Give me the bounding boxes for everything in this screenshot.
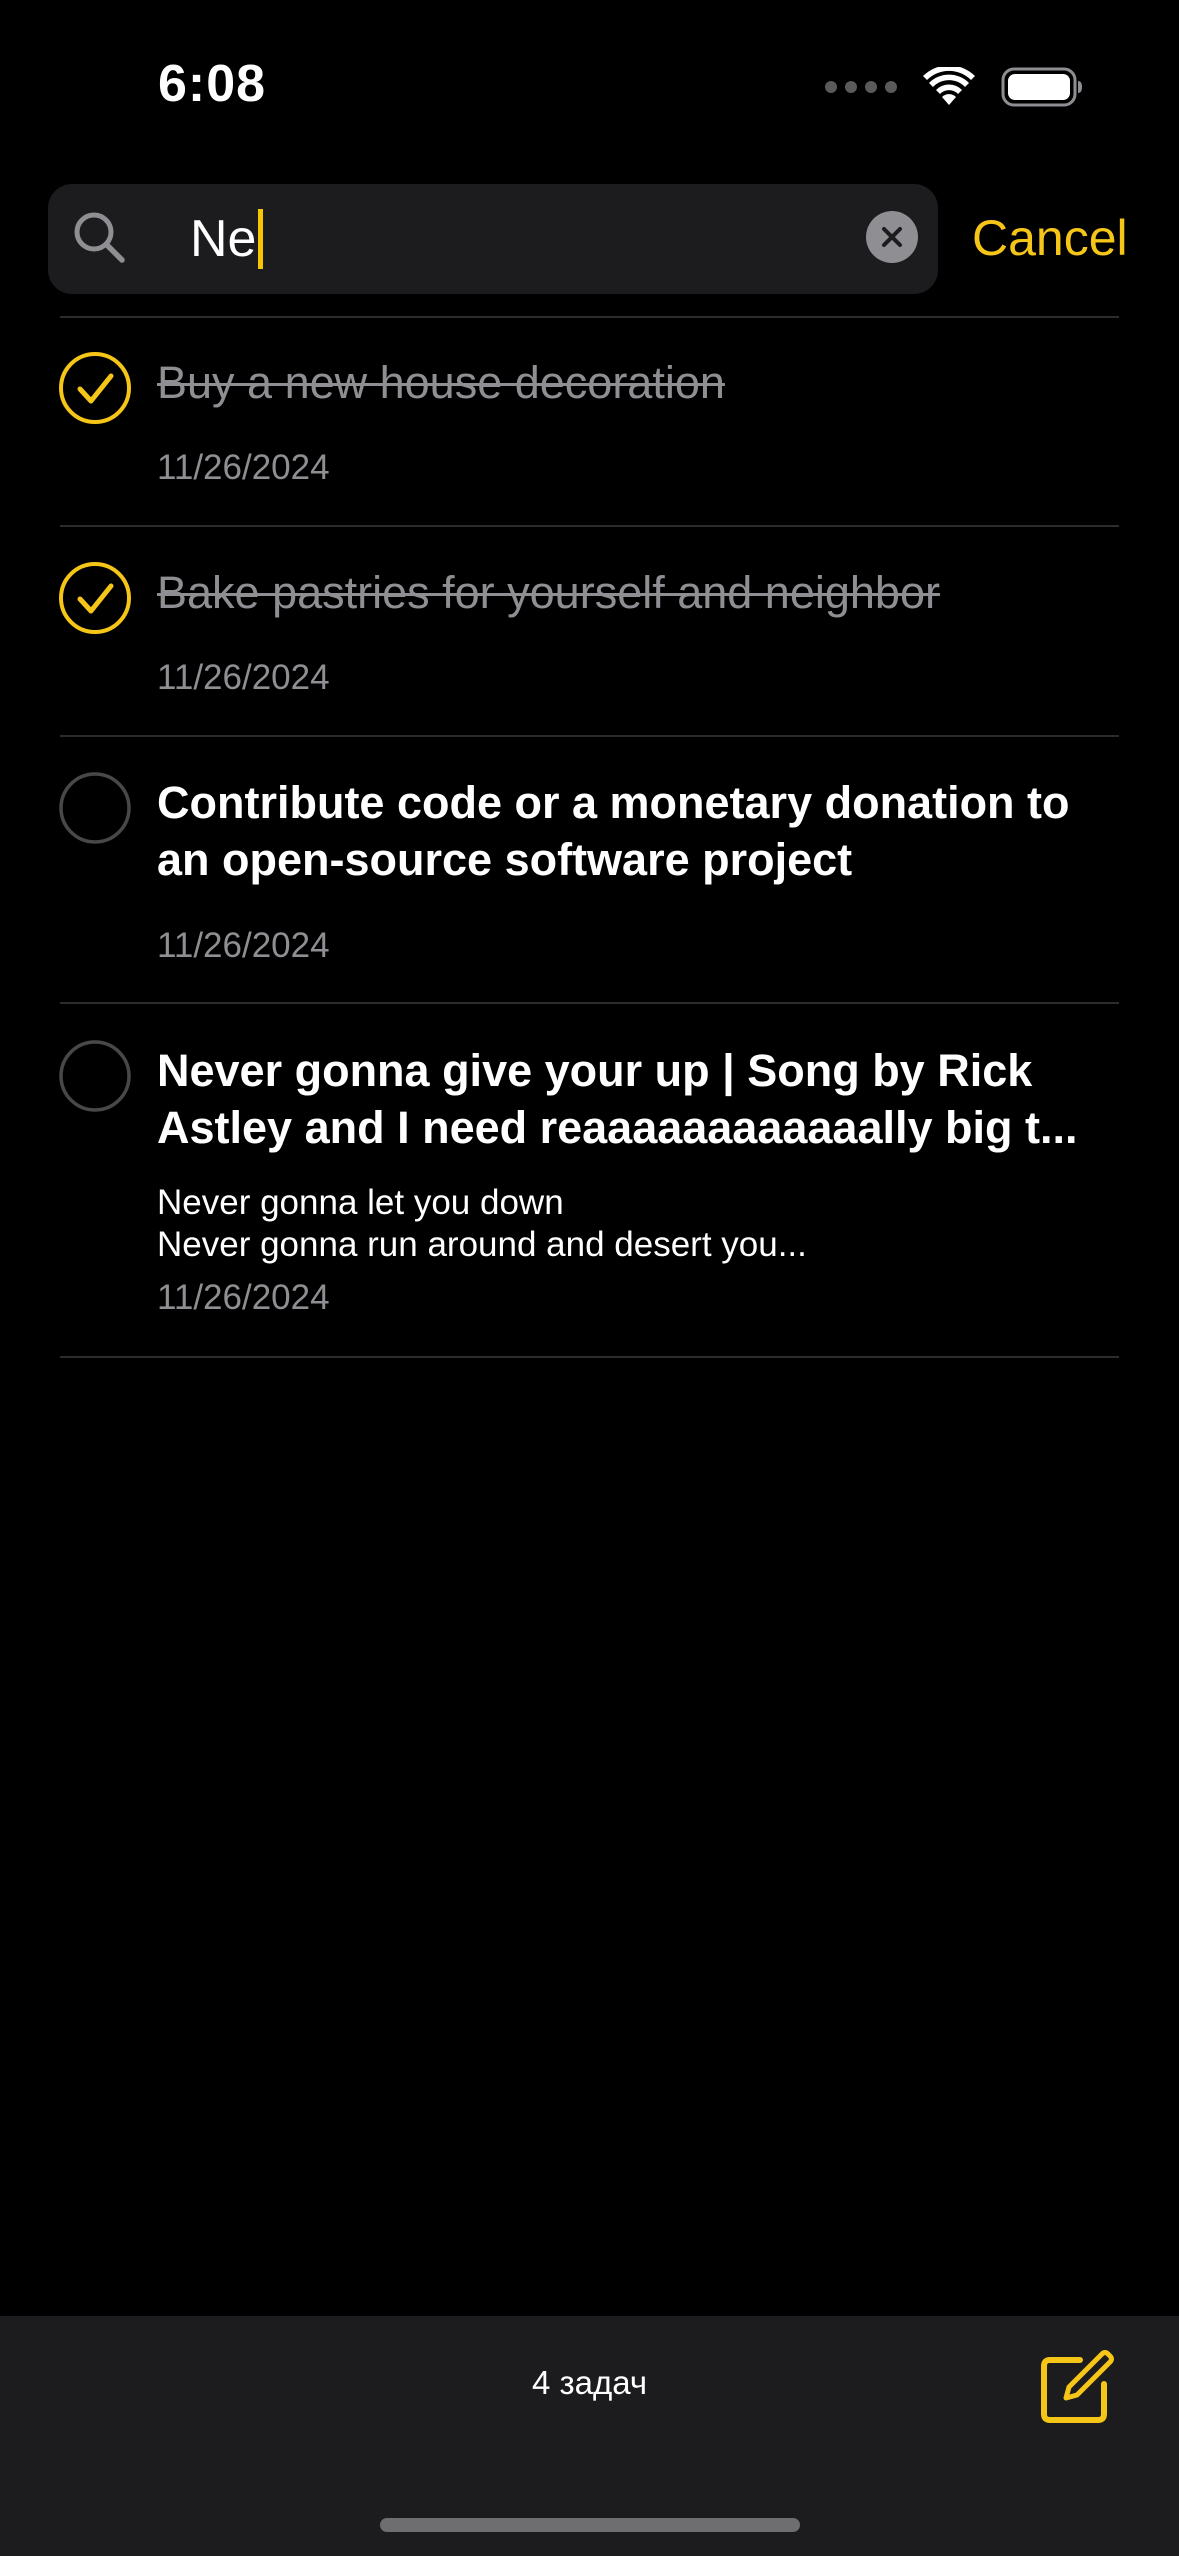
task-row[interactable]: Never gonna give your up | Song by Rick … <box>0 1004 1179 1356</box>
divider <box>60 1356 1119 1358</box>
task-title: Never gonna give your up | Song by Rick … <box>157 1045 1078 1153</box>
text-cursor <box>258 209 264 269</box>
battery-icon <box>1001 67 1083 107</box>
search-query-text: Ne <box>190 210 257 268</box>
empty-circle-icon[interactable] <box>58 771 132 845</box>
checkmark-circle-icon[interactable] <box>58 561 132 635</box>
task-date: 11/26/2024 <box>157 448 330 487</box>
search-field[interactable]: Ne <box>48 184 938 294</box>
status-time: 6:08 <box>158 55 267 113</box>
compose-icon[interactable] <box>1036 2348 1116 2428</box>
wifi-icon <box>923 67 975 107</box>
search-icon <box>74 212 125 263</box>
task-title: Contribute code or a monetary donation t… <box>157 777 1070 885</box>
home-indicator <box>380 2518 800 2532</box>
status-bar: 6:08 <box>0 0 1179 175</box>
status-indicators <box>825 64 1083 110</box>
task-date: 11/26/2024 <box>157 926 330 965</box>
clear-icon <box>882 227 902 247</box>
empty-circle-icon[interactable] <box>58 1039 132 1113</box>
task-count-label: 4 задач <box>531 2364 648 2401</box>
task-date: 11/26/2024 <box>157 1278 330 1317</box>
cellular-signal-icon <box>825 81 897 93</box>
clear-search-button[interactable] <box>866 211 918 263</box>
task-description: Never gonna let you down Never gonna run… <box>157 1183 807 1264</box>
cancel-button[interactable]: Cancel <box>972 206 1128 270</box>
task-title: Bake pastries for yourself and neighbor <box>157 567 940 618</box>
task-row[interactable]: Contribute code or a monetary donation t… <box>0 736 1179 1004</box>
bottom-toolbar: 4 задач <box>0 2316 1179 2556</box>
task-row[interactable]: Buy a new house decoration 11/26/2024 <box>0 316 1179 526</box>
task-title: Buy a new house decoration <box>157 357 725 408</box>
checkmark-circle-icon[interactable] <box>58 351 132 425</box>
search-input[interactable]: Ne <box>190 204 264 274</box>
task-row[interactable]: Bake pastries for yourself and neighbor … <box>0 526 1179 736</box>
task-date: 11/26/2024 <box>157 658 330 697</box>
